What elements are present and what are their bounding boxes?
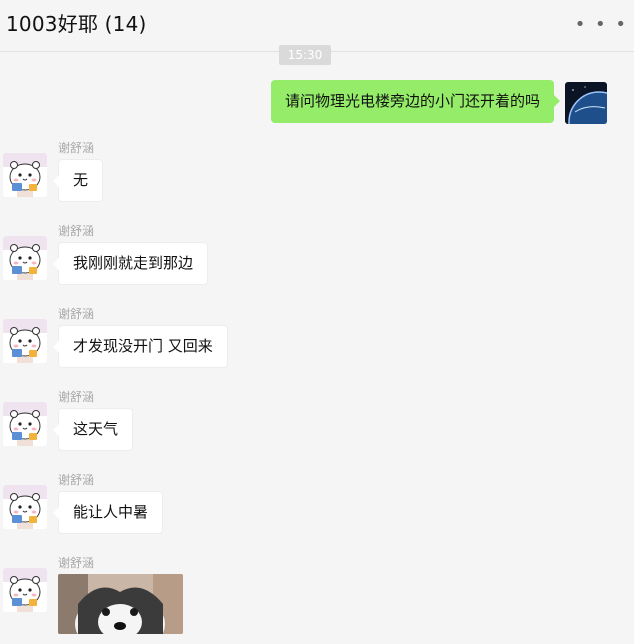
message-row: 谢舒涵 这天气	[0, 388, 634, 468]
incoming-message-bubble[interactable]: 我刚刚就走到那边	[52, 242, 209, 285]
incoming-message-bubble[interactable]: 才发现没开门 又回来	[53, 325, 228, 368]
sender-name: 谢舒涵	[58, 224, 95, 238]
message-row: 谢舒涵 我刚刚就走到那边	[0, 222, 634, 302]
message-row: 谢舒涵 能让人中暑	[0, 471, 634, 551]
sender-name: 谢舒涵	[58, 390, 95, 404]
avatar[interactable]	[3, 236, 47, 280]
sender-name: 谢舒涵	[58, 556, 95, 570]
avatar[interactable]	[3, 402, 47, 446]
message-timestamp: 15:30	[279, 45, 331, 65]
message-row: 谢舒涵 才发现没开门 又回来	[0, 305, 634, 385]
message-row: 谢舒涵	[0, 554, 634, 644]
avatar[interactable]	[3, 568, 47, 612]
more-icon[interactable]: • • •	[575, 16, 628, 34]
incoming-message-bubble[interactable]: 能让人中暑	[52, 491, 164, 534]
avatar[interactable]	[3, 485, 47, 529]
incoming-message-bubble[interactable]: 这天气	[52, 408, 134, 451]
earth-avatar-icon	[565, 82, 607, 124]
avatar[interactable]	[3, 153, 47, 197]
avatar[interactable]	[3, 319, 47, 363]
sender-name: 谢舒涵	[58, 141, 95, 155]
bear-avatar-icon	[3, 485, 47, 529]
husky-photo-icon	[58, 574, 183, 634]
bear-avatar-icon	[3, 153, 47, 197]
message-row: 谢舒涵 无	[0, 139, 634, 219]
bear-avatar-icon	[3, 319, 47, 363]
sender-name: 谢舒涵	[58, 307, 95, 321]
image-message[interactable]	[58, 574, 183, 634]
bear-avatar-icon	[3, 402, 47, 446]
bear-avatar-icon	[3, 568, 47, 612]
bear-avatar-icon	[3, 236, 47, 280]
chat-title: 1003好耶 (14)	[6, 12, 147, 36]
outgoing-message-bubble[interactable]: 请问物理光电楼旁边的小门还开着的吗	[270, 80, 561, 123]
my-avatar[interactable]	[565, 82, 607, 124]
sender-name: 谢舒涵	[58, 473, 95, 487]
incoming-message-bubble[interactable]: 无	[52, 159, 104, 202]
